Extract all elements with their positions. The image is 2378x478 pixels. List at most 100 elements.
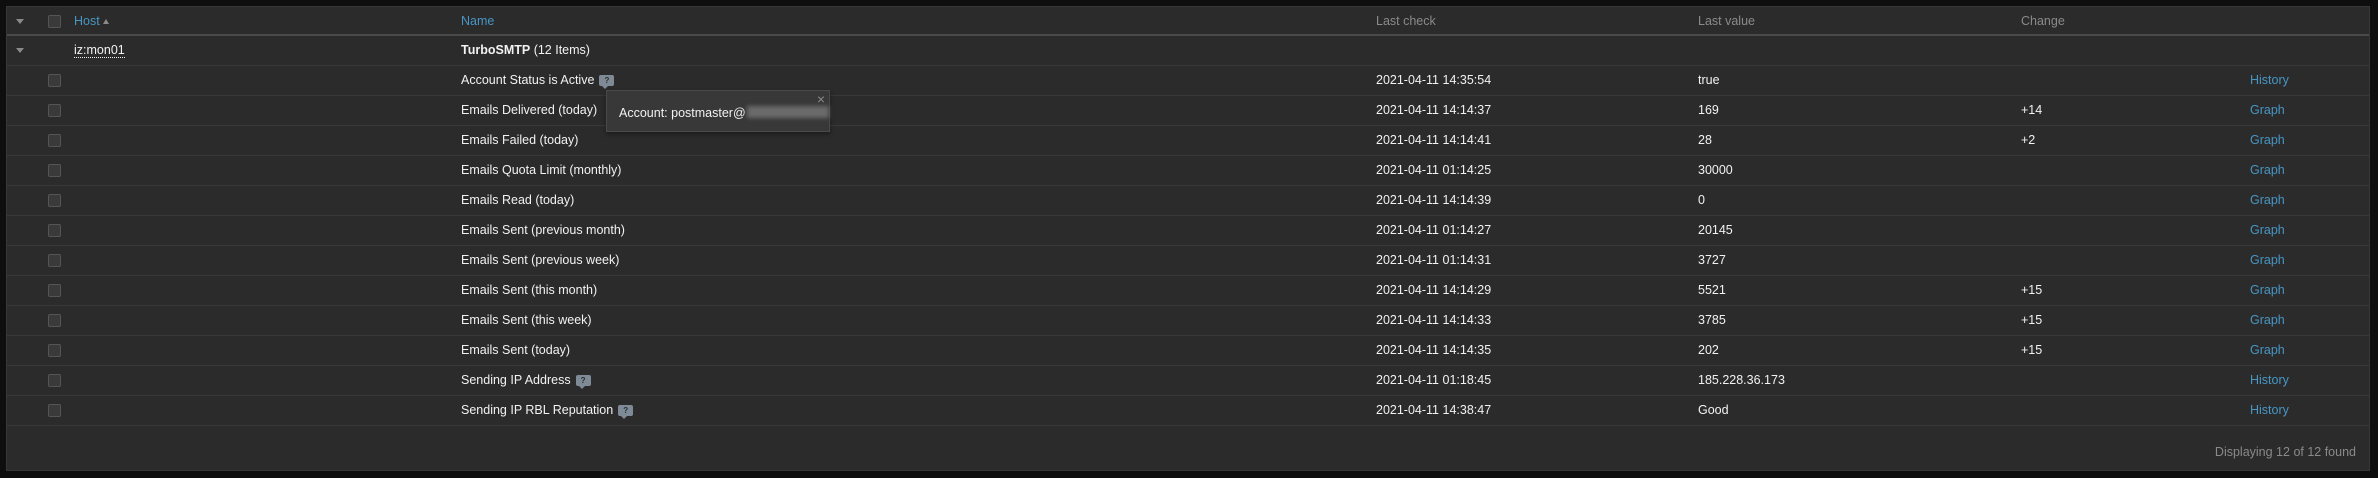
- host-header-label: Host: [74, 13, 100, 28]
- row-checkbox[interactable]: [48, 164, 61, 178]
- item-name-cell: Sending IP Address?: [461, 365, 1376, 395]
- history-link[interactable]: History: [2250, 373, 2289, 387]
- row-checkbox[interactable]: [48, 104, 61, 118]
- host-name-link[interactable]: iz:mon01: [74, 43, 125, 59]
- description-hint-icon[interactable]: ?: [575, 375, 591, 389]
- table-row: Emails Failed (today) 2021-04-11 14:14:41…: [7, 125, 2369, 155]
- table-header-row: Host Name Last check Last value Change: [7, 7, 2369, 35]
- change-cell: [2021, 155, 2250, 185]
- history-link[interactable]: History: [2250, 403, 2289, 417]
- last-check-cell: 2021-04-11 14:38:47: [1376, 403, 1492, 417]
- item-name: Emails Sent (previous month): [461, 223, 625, 237]
- select-all-cell: [37, 7, 66, 35]
- graph-link[interactable]: Graph: [2250, 163, 2285, 177]
- last-value-cell: 5521: [1698, 283, 1726, 297]
- last-value-cell: 185.228.36.173: [1698, 373, 1785, 387]
- item-name-cell: Sending IP RBL Reputation?: [461, 395, 1376, 425]
- change-column-header: Change: [2021, 7, 2250, 35]
- graph-link[interactable]: Graph: [2250, 133, 2285, 147]
- item-name: Emails Quota Limit (monthly): [461, 163, 622, 177]
- item-name: Emails Sent (today): [461, 343, 571, 357]
- graph-link[interactable]: Graph: [2250, 313, 2285, 327]
- item-name: Emails Sent (previous week): [461, 253, 620, 267]
- graph-link[interactable]: Graph: [2250, 223, 2285, 237]
- close-icon[interactable]: ×: [817, 91, 825, 107]
- table-row: Emails Sent (today) 2021-04-11 14:14:35 20…: [7, 335, 2369, 365]
- last-value-cell: Good: [1698, 403, 1729, 417]
- last-check-cell: 2021-04-11 14:14:33: [1376, 313, 1492, 327]
- table-row: Emails Delivered (today) 2021-04-11 14:14…: [7, 95, 2369, 125]
- change-header-label: Change: [2021, 13, 2065, 28]
- item-name: Sending IP Address: [461, 373, 571, 387]
- change-cell: +15: [2021, 343, 2043, 357]
- row-checkbox[interactable]: [48, 404, 61, 418]
- row-checkbox[interactable]: [48, 74, 61, 88]
- description-hint-icon[interactable]: ?: [618, 405, 634, 419]
- graph-link[interactable]: Graph: [2250, 253, 2285, 267]
- name-column-header[interactable]: Name: [461, 7, 1376, 35]
- change-cell: [2021, 185, 2250, 215]
- host-column-header[interactable]: Host: [66, 7, 461, 35]
- row-checkbox[interactable]: [48, 254, 61, 268]
- sort-ascending-icon: [102, 18, 109, 24]
- item-name: Emails Failed (today): [461, 133, 579, 147]
- last-check-cell: 2021-04-11 01:14:25: [1376, 163, 1492, 177]
- change-cell: [2021, 245, 2250, 275]
- group-item-count: (12 Items): [533, 43, 590, 58]
- last-check-header-label: Last check: [1376, 13, 1436, 28]
- item-name-cell: Emails Delivered (today): [461, 95, 1376, 125]
- group-name-cell: TurboSMTP (12 Items): [461, 35, 1376, 65]
- item-name: Emails Delivered (today): [461, 103, 598, 117]
- redacted-email: [746, 106, 829, 118]
- last-value-cell: true: [1698, 73, 1720, 87]
- last-value-cell: 28: [1698, 133, 1712, 147]
- graph-link[interactable]: Graph: [2250, 283, 2285, 297]
- row-checkbox[interactable]: [48, 284, 61, 298]
- table-row: Emails Quota Limit (monthly) 2021-04-11 0…: [7, 155, 2369, 185]
- row-checkbox[interactable]: [48, 344, 61, 358]
- row-checkbox[interactable]: [48, 314, 61, 328]
- last-value-cell: 3727: [1698, 253, 1726, 267]
- table-row: Account Status is Active? 2021-04-11 14:3…: [7, 65, 2369, 95]
- last-check-cell: 2021-04-11 01:18:45: [1376, 373, 1492, 387]
- items-table: Host Name Last check Last value Change i…: [7, 7, 2369, 426]
- actions-column-header: [2250, 7, 2369, 35]
- item-name: Emails Sent (this week): [461, 313, 592, 327]
- item-name: Account Status is Active: [461, 73, 595, 87]
- graph-link[interactable]: Graph: [2250, 193, 2285, 207]
- last-check-cell: 2021-04-11 01:14:27: [1376, 223, 1492, 237]
- last-value-cell: 169: [1698, 103, 1719, 117]
- graph-link[interactable]: Graph: [2250, 103, 2285, 117]
- history-link[interactable]: History: [2250, 73, 2289, 87]
- last-value-header-label: Last value: [1698, 13, 1755, 28]
- table-row: Emails Sent (this week) 2021-04-11 14:14:…: [7, 305, 2369, 335]
- item-name: Emails Sent (this month): [461, 283, 598, 297]
- group-row: iz:mon01 TurboSMTP (12 Items): [7, 35, 2369, 65]
- table-row: Emails Read (today) 2021-04-11 14:14:39 0 G…: [7, 185, 2369, 215]
- last-check-cell: 2021-04-11 14:14:37: [1376, 103, 1492, 117]
- group-name: TurboSMTP: [461, 43, 531, 58]
- last-check-column-header: Last check: [1376, 7, 1698, 35]
- item-name-cell: Emails Sent (today): [461, 335, 1376, 365]
- group-collapse-toggle[interactable]: [7, 35, 37, 65]
- item-name-cell: Emails Read (today): [461, 185, 1376, 215]
- hint-popup: × Account: postmaster@: [606, 90, 830, 132]
- description-hint-icon[interactable]: ?: [599, 75, 615, 89]
- row-checkbox[interactable]: [48, 194, 61, 208]
- change-cell: +2: [2021, 133, 2036, 147]
- item-name-cell: Account Status is Active?: [461, 65, 1376, 95]
- graph-link[interactable]: Graph: [2250, 343, 2285, 357]
- last-check-cell: 2021-04-11 14:14:35: [1376, 343, 1492, 357]
- popup-account-label: Account: postmaster@: [619, 106, 746, 120]
- item-name: Emails Read (today): [461, 193, 575, 207]
- select-all-checkbox[interactable]: [48, 14, 61, 28]
- row-checkbox[interactable]: [48, 374, 61, 388]
- row-checkbox[interactable]: [48, 134, 61, 148]
- last-check-cell: 2021-04-11 14:14:29: [1376, 283, 1492, 297]
- item-name: Sending IP RBL Reputation: [461, 403, 614, 417]
- change-cell: [2021, 65, 2250, 95]
- collapse-all-toggle[interactable]: [7, 7, 37, 35]
- change-cell: [2021, 215, 2250, 245]
- row-checkbox[interactable]: [48, 224, 61, 238]
- chevron-down-icon: [16, 48, 24, 54]
